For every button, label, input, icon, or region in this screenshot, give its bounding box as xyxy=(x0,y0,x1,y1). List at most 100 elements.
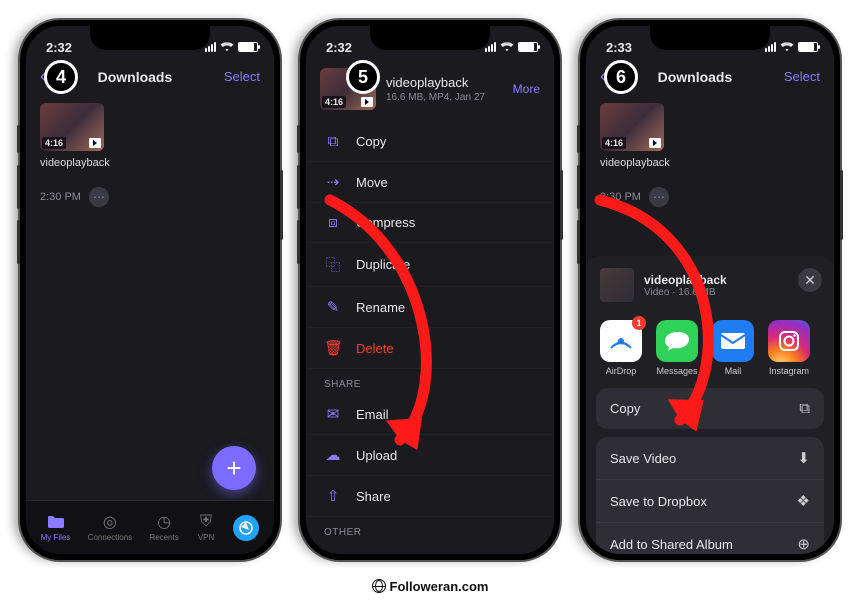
rename-icon: ✎ xyxy=(324,298,342,316)
step-badge-4: 4 xyxy=(44,60,78,94)
close-button[interactable]: ✕ xyxy=(798,268,822,292)
app-instagram[interactable]: Instagram xyxy=(768,320,810,376)
menu-upload[interactable]: ☁Upload xyxy=(306,435,554,476)
menu-share[interactable]: ⇧Share xyxy=(306,476,554,517)
tab-label: Recents xyxy=(149,533,178,542)
share-file-name: videoplayback xyxy=(644,273,727,287)
tab-label: VPN xyxy=(198,533,214,542)
tab-recents[interactable]: ◷ Recents xyxy=(149,513,178,542)
tab-label: My Files xyxy=(41,533,71,542)
tab-bar: My Files ◎ Connections ◷ Recents ⛨ VPN xyxy=(26,500,274,554)
upload-icon: ☁ xyxy=(324,446,342,464)
browser-button[interactable] xyxy=(233,515,259,541)
tag-icon: 🏷 xyxy=(324,553,342,554)
menu-move[interactable]: ⇢Move xyxy=(306,162,554,203)
shield-icon: ⛨ xyxy=(196,513,216,531)
action-save-dropbox[interactable]: Save to Dropbox❖ xyxy=(596,480,824,523)
video-icon xyxy=(89,138,101,148)
action-list-2: Save Video⬇ Save to Dropbox❖ Add to Shar… xyxy=(596,437,824,554)
battery-icon xyxy=(798,42,818,52)
share-file-sub: Video · 16.6 MB xyxy=(644,287,727,298)
move-icon: ⇢ xyxy=(324,173,342,191)
battery-icon xyxy=(238,42,258,52)
file-time: 2:30 PM xyxy=(40,191,81,203)
status-time: 2:32 xyxy=(46,40,72,55)
download-icon: ⬇ xyxy=(797,449,810,467)
file-time: 2:30 PM xyxy=(600,191,641,203)
menu-compress[interactable]: ⧈Compress xyxy=(306,203,554,243)
app-label: Mail xyxy=(725,366,742,376)
page-title: Downloads xyxy=(658,69,733,85)
copy-icon: ⧉ xyxy=(799,400,810,417)
messages-icon xyxy=(656,320,698,362)
notch xyxy=(90,26,210,50)
app-mail[interactable]: Mail xyxy=(712,320,754,376)
app-label: AirDrop xyxy=(606,366,637,376)
footer-credit: Followeran.com xyxy=(0,579,860,594)
menu-delete[interactable]: 🗑Delete xyxy=(306,328,554,369)
clock-icon: ◷ xyxy=(154,513,174,531)
file-meta: 16.6 MB, MP4, Jan 27 xyxy=(386,92,503,103)
tab-vpn[interactable]: ⛨ VPN xyxy=(196,513,216,542)
video-duration: 4:16 xyxy=(42,137,66,149)
action-save-video[interactable]: Save Video⬇ xyxy=(596,437,824,480)
wifi-icon xyxy=(220,40,234,55)
dropbox-icon: ❖ xyxy=(797,492,810,510)
tab-connections[interactable]: ◎ Connections xyxy=(88,513,132,542)
video-duration: 4:16 xyxy=(602,137,626,149)
action-shared-album[interactable]: Add to Shared Album⊕ xyxy=(596,523,824,554)
file-name: videoplayback xyxy=(386,75,503,90)
file-options-button[interactable]: ⋯ xyxy=(649,187,669,207)
menu-header-share: SHARE xyxy=(306,369,554,394)
battery-icon xyxy=(518,42,538,52)
compress-icon: ⧈ xyxy=(324,214,342,231)
airdrop-icon: 1 xyxy=(600,320,642,362)
menu-email[interactable]: ✉Email xyxy=(306,394,554,435)
file-name: videoplayback xyxy=(40,157,274,169)
notch xyxy=(650,26,770,50)
menu-rename[interactable]: ✎Rename xyxy=(306,287,554,328)
share-sheet: videoplayback Video · 16.6 MB ✕ 1 AirDro… xyxy=(586,256,834,554)
file-options-button[interactable]: ⋯ xyxy=(89,187,109,207)
more-button[interactable]: More xyxy=(513,82,540,96)
file-name: videoplayback xyxy=(600,157,834,169)
instagram-icon xyxy=(768,320,810,362)
copy-icon: ⧉ xyxy=(324,133,342,150)
video-icon xyxy=(361,97,373,107)
folder-icon xyxy=(46,513,66,531)
status-time: 2:33 xyxy=(606,40,632,55)
select-button[interactable]: Select xyxy=(784,69,820,84)
step-badge-6: 6 xyxy=(604,60,638,94)
share-icon: ⇧ xyxy=(324,487,342,505)
tab-my-files[interactable]: My Files xyxy=(41,513,71,542)
album-icon: ⊕ xyxy=(797,535,810,553)
app-label: Messages xyxy=(656,366,697,376)
menu-duplicate[interactable]: ⿻Duplicate xyxy=(306,243,554,287)
file-thumbnail[interactable]: 4:16 xyxy=(40,103,104,151)
status-time: 2:32 xyxy=(326,40,352,55)
file-thumbnail[interactable]: 4:16 xyxy=(600,103,664,151)
mail-icon xyxy=(712,320,754,362)
share-thumbnail xyxy=(600,268,634,302)
menu-color-tag[interactable]: 🏷Mark With Color Tag xyxy=(306,542,554,554)
select-button[interactable]: Select xyxy=(224,69,260,84)
action-copy[interactable]: Copy⧉ xyxy=(596,388,824,429)
video-duration: 4:16 xyxy=(322,96,346,108)
wifi-icon xyxy=(500,40,514,55)
phone-step-4: 2:32 ‹ Downloads Select 4:16 videoplayba… xyxy=(20,20,280,560)
duplicate-icon: ⿻ xyxy=(324,254,342,275)
phone-step-5: 2:32 4:16 videoplayback 16.6 MB, MP4, Ja… xyxy=(300,20,560,560)
app-airdrop[interactable]: 1 AirDrop xyxy=(600,320,642,376)
trash-icon: 🗑 xyxy=(324,339,342,357)
context-menu: ⧉Copy ⇢Move ⧈Compress ⿻Duplicate ✎Rename… xyxy=(306,120,554,554)
badge: 1 xyxy=(632,316,646,330)
app-label: Instagram xyxy=(769,366,809,376)
wifi-icon xyxy=(780,40,794,55)
phone-step-6: 2:33 ‹ Downloads Select 4:16 videoplayba… xyxy=(580,20,840,560)
app-messages[interactable]: Messages xyxy=(656,320,698,376)
menu-copy[interactable]: ⧉Copy xyxy=(306,122,554,162)
email-icon: ✉ xyxy=(324,405,342,423)
menu-header-other: OTHER xyxy=(306,517,554,542)
tab-label: Connections xyxy=(88,533,132,542)
add-button[interactable]: + xyxy=(212,446,256,490)
